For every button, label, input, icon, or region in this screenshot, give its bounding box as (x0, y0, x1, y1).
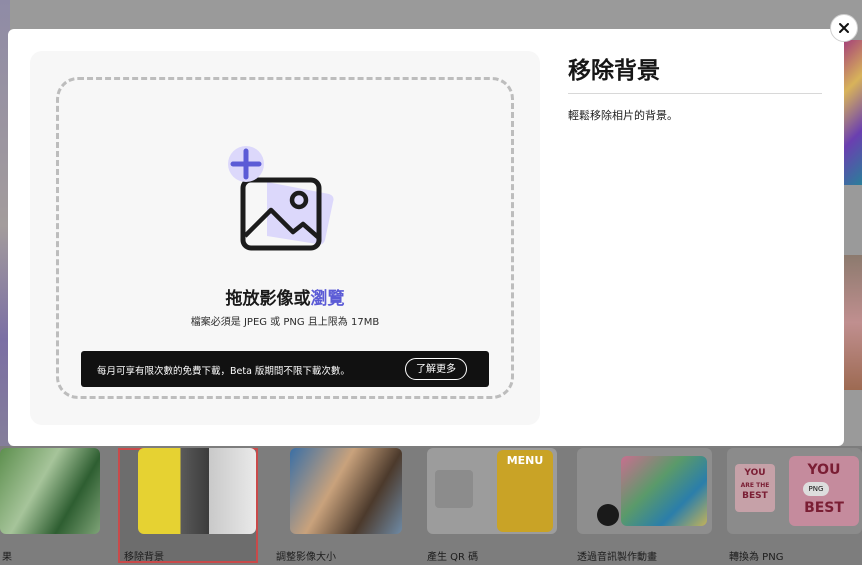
tool-label: 果 (2, 552, 12, 563)
tool-label-animate-audio: 透過音訊製作動畫 (577, 552, 657, 563)
drop-title: 拖放影像或瀏覽 (30, 284, 540, 309)
tool-label-convert-png: 轉換為 PNG (729, 552, 784, 563)
menu-text: MENU (506, 454, 544, 467)
tool-thumb-leaf-text[interactable] (0, 448, 100, 534)
audio-icon (597, 504, 619, 526)
close-modal-button[interactable] (830, 14, 858, 42)
you-text: YOU (744, 468, 766, 478)
you-card-large: YOU BEST PNG (789, 456, 859, 526)
animation-art (621, 456, 707, 526)
tool-thumb-resize-image[interactable] (290, 448, 402, 534)
modal-title: 移除背景 (568, 58, 660, 84)
tool-label-remove-background: 移除背景 (124, 552, 164, 563)
qr-icon (435, 470, 473, 508)
best-text: BEST (742, 491, 768, 501)
best-text-large: BEST (804, 500, 844, 516)
tool-thumb-remove-background[interactable] (138, 448, 256, 534)
tool-label-qr-code: 產生 QR 碼 (427, 552, 479, 563)
you-text-large: YOU (807, 462, 841, 478)
menu-card: MENU (497, 450, 553, 532)
upload-drop-zone[interactable]: 拖放影像或瀏覽 檔案必須是 JPEG 或 PNG 且上限為 17MB 每月可享有… (30, 51, 540, 425)
remove-background-modal: 拖放影像或瀏覽 檔案必須是 JPEG 或 PNG 且上限為 17MB 每月可享有… (8, 29, 844, 446)
tool-thumb-animate-audio[interactable] (577, 448, 712, 534)
title-divider (568, 93, 822, 94)
modal-description: 輕鬆移除相片的背景。 (568, 109, 678, 122)
background-right-art-lower (842, 255, 862, 390)
file-requirements: 檔案必須是 JPEG 或 PNG 且上限為 17MB (190, 317, 380, 328)
tool-thumb-convert-png[interactable]: YOU ARE THE BEST YOU BEST PNG (727, 448, 862, 534)
learn-more-button[interactable]: 了解更多 (405, 358, 467, 380)
download-notice-banner: 每月可享有限次數的免費下載，Beta 版期間不限下載次數。 了解更多 (81, 351, 489, 387)
notice-text: 每月可享有限次數的免費下載，Beta 版期間不限下載次數。 (97, 366, 350, 377)
you-card-small: YOU ARE THE BEST (735, 464, 775, 512)
close-icon (839, 23, 849, 33)
png-badge: PNG (803, 482, 829, 496)
tool-label-resize-image: 調整影像大小 (276, 552, 336, 563)
add-image-icon (228, 146, 334, 251)
are-the-text: ARE THE (740, 482, 770, 489)
drop-title-text: 拖放影像或 (225, 289, 311, 309)
browse-link[interactable]: 瀏覽 (311, 289, 345, 309)
tool-thumb-qr-code[interactable]: MENU (427, 448, 557, 534)
background-right-art (842, 40, 862, 185)
